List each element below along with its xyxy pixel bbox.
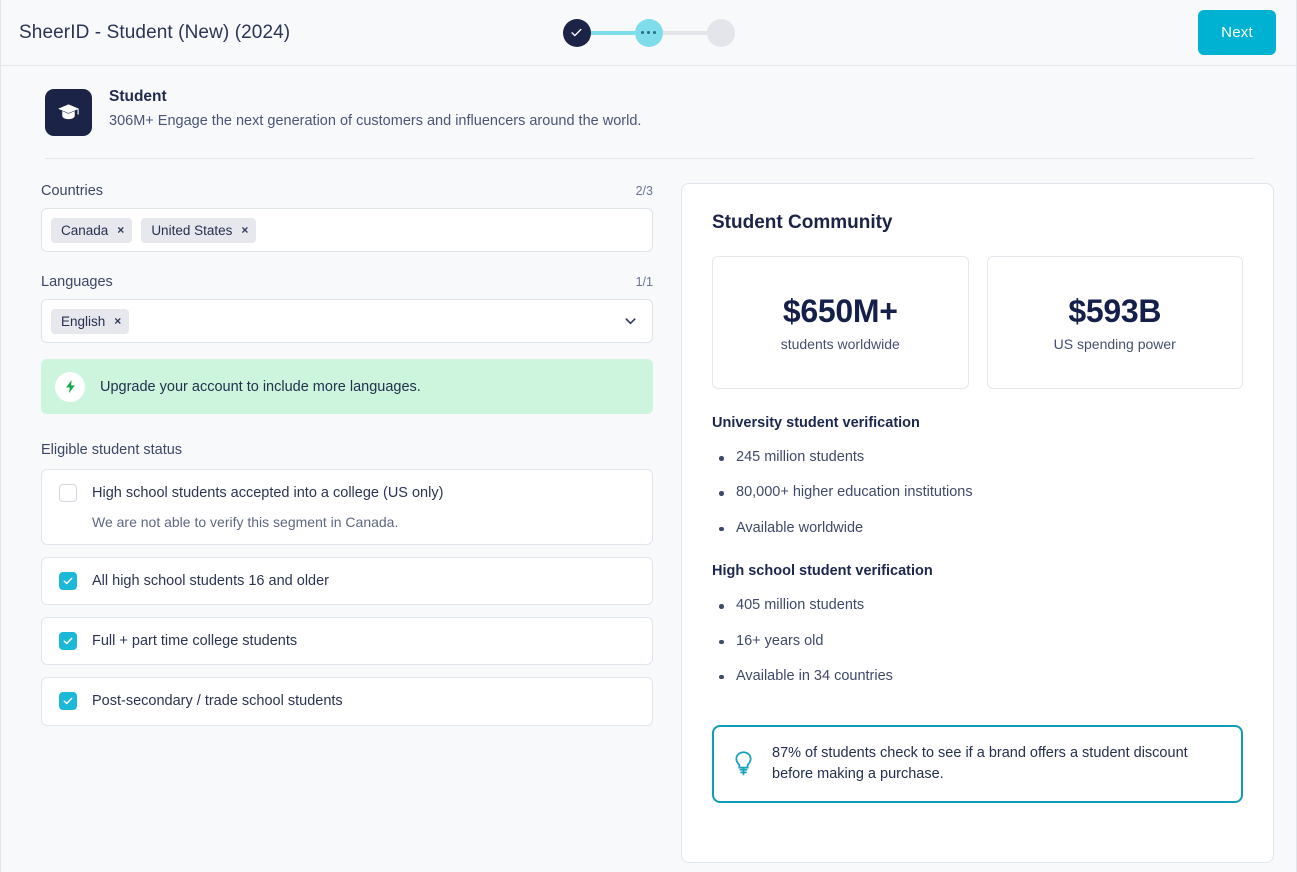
list-item: 245 million students <box>712 449 1243 466</box>
content-area: Countries 2/3 Canada × United States × L… <box>1 159 1296 863</box>
languages-field: Languages 1/1 English × <box>41 274 653 343</box>
status-option-post-secondary-trade[interactable]: Post-secondary / trade school students <box>41 677 653 726</box>
stats-row: $650M+ students worldwide $593B US spend… <box>712 256 1243 389</box>
lightbulb-icon <box>735 751 752 776</box>
stat-us-spending-power: $593B US spending power <box>986 256 1243 389</box>
form-column: Countries 2/3 Canada × United States × L… <box>41 183 653 863</box>
tag-label: United States <box>151 222 233 238</box>
checkbox-unchecked-icon[interactable] <box>59 484 77 502</box>
high-school-verification-list: 405 million students 16+ years old Avail… <box>712 597 1243 685</box>
countries-select[interactable]: Canada × United States × <box>41 208 653 252</box>
list-item: Available in 34 countries <box>712 668 1243 685</box>
info-column: Student Community $650M+ students worldw… <box>681 183 1274 863</box>
status-option-all-high-school-16plus[interactable]: All high school students 16 and older <box>41 557 653 606</box>
step-3-upcoming[interactable] <box>706 18 735 47</box>
option-label: Full + part time college students <box>92 633 298 650</box>
status-option-high-school-accepted[interactable]: High school students accepted into a col… <box>41 469 653 546</box>
stat-label: students worldwide <box>780 336 900 352</box>
university-verification-list: 245 million students 80,000+ higher educ… <box>712 449 1243 537</box>
list-item: 80,000+ higher education institutions <box>712 484 1243 501</box>
upgrade-banner[interactable]: Upgrade your account to include more lan… <box>41 359 653 414</box>
top-bar: SheerID - Student (New) (2024) Next <box>1 0 1296 66</box>
step-connector-2 <box>662 30 707 35</box>
eligible-status-label: Eligible student status <box>41 442 183 458</box>
checkbox-checked-icon[interactable] <box>59 692 77 711</box>
university-verification-heading: University student verification <box>712 415 920 431</box>
list-item: 405 million students <box>712 597 1243 614</box>
student-community-card: Student Community $650M+ students worldw… <box>681 183 1274 863</box>
next-button[interactable]: Next <box>1198 10 1276 55</box>
checkbox-checked-icon[interactable] <box>59 632 77 651</box>
option-label: High school students accepted into a col… <box>92 485 444 501</box>
tag-canada: Canada × <box>51 217 133 243</box>
progress-stepper <box>562 18 735 47</box>
languages-select[interactable]: English × <box>41 299 653 343</box>
list-item: 16+ years old <box>712 633 1243 650</box>
option-label: All high school students 16 and older <box>92 573 329 590</box>
list-item: Available worldwide <box>712 520 1243 537</box>
step-2-current[interactable] <box>634 18 663 47</box>
tag-remove-icon[interactable]: × <box>241 224 248 236</box>
tag-label: English <box>61 313 106 329</box>
step-1-completed[interactable] <box>562 18 591 47</box>
check-icon <box>571 28 582 37</box>
lightning-bolt-icon <box>55 371 85 402</box>
upgrade-text: Upgrade your account to include more lan… <box>100 378 421 395</box>
program-header: Student 306M+ Engage the next generation… <box>1 66 1296 159</box>
tag-remove-icon[interactable]: × <box>117 224 124 236</box>
languages-count: 1/1 <box>635 275 653 289</box>
countries-count: 2/3 <box>635 184 653 198</box>
program-icon-tile <box>45 89 92 136</box>
tag-united-states: United States × <box>141 217 257 243</box>
option-note: We are not able to verify this segment i… <box>92 514 399 531</box>
step-connector-1 <box>590 30 635 35</box>
option-label: Post-secondary / trade school students <box>92 693 343 710</box>
page-title: SheerID - Student (New) (2024) <box>19 21 291 43</box>
tag-remove-icon[interactable]: × <box>114 315 121 327</box>
high-school-verification-heading: High school student verification <box>712 563 933 580</box>
tip-callout: 87% of students check to see if a brand … <box>712 725 1243 803</box>
program-description: 306M+ Engage the next generation of cust… <box>109 113 642 129</box>
tag-english: English × <box>51 308 130 334</box>
program-name: Student <box>109 88 167 105</box>
countries-label: Countries <box>41 183 104 199</box>
stat-label: US spending power <box>1053 336 1176 352</box>
ellipsis-icon <box>640 30 657 35</box>
app-root: SheerID - Student (New) (2024) Next Stud… <box>0 0 1297 872</box>
stat-value: $593B <box>1068 293 1162 329</box>
graduation-cap-icon <box>58 104 79 120</box>
chevron-down-icon[interactable] <box>623 314 638 329</box>
stat-students-worldwide: $650M+ students worldwide <box>712 256 969 389</box>
info-card-title: Student Community <box>712 212 893 233</box>
chevron-down-icon[interactable] <box>623 223 638 238</box>
status-option-full-part-time-college[interactable]: Full + part time college students <box>41 617 653 666</box>
countries-field: Countries 2/3 Canada × United States × <box>41 183 653 252</box>
tip-text: 87% of students check to see if a brand … <box>772 745 1188 782</box>
checkbox-checked-icon[interactable] <box>59 572 77 591</box>
tag-label: Canada <box>61 222 109 238</box>
languages-label: Languages <box>41 274 113 290</box>
stat-value: $650M+ <box>782 293 898 329</box>
